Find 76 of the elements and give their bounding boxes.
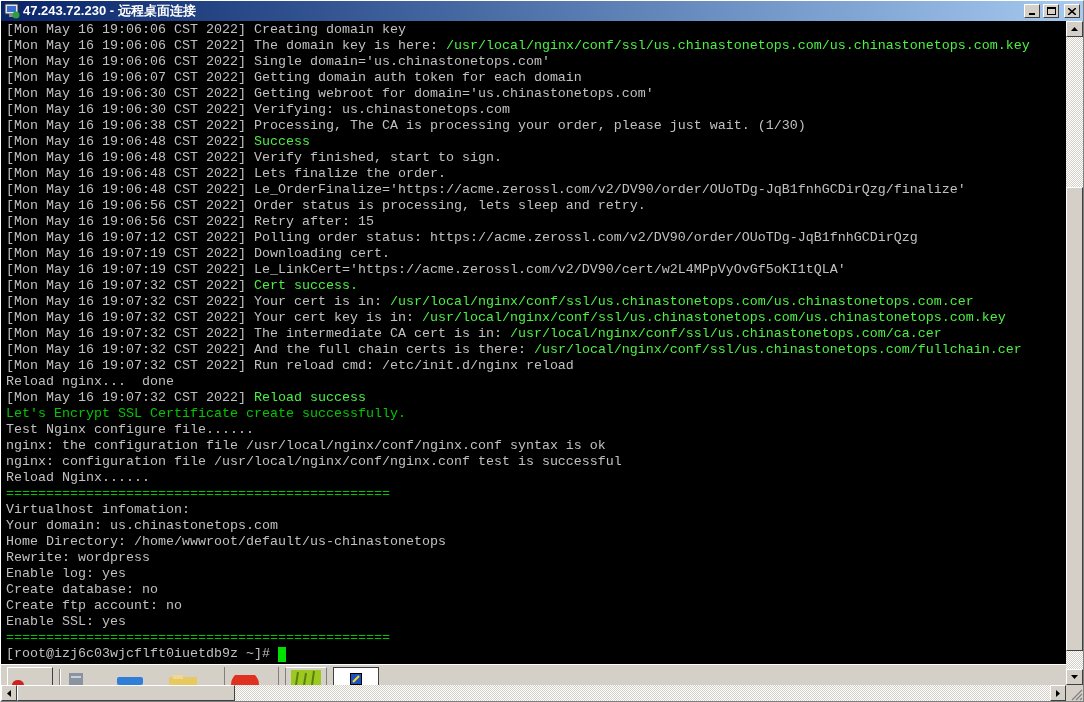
shell-prompt: [root@izj6c03wjcflft0iuetdb9z ~]# [6, 646, 270, 662]
terminal-line: ================================================ [6, 630, 390, 646]
terminal-line: Let's Encrypt SSL Certificate create successfully. [6, 406, 406, 422]
terminal-line: Test Nginx configure file...... [6, 422, 254, 438]
terminal-line: [Mon May 16 19:07:19 CST 2022] Downloading cert. [6, 246, 390, 262]
terminal-line: [Mon May 16 19:06:06 CST 2022] Single domain='us.chinastonetops.com' [6, 54, 550, 70]
terminal-line: [Mon May 16 19:06:56 CST 2022] Retry after: 15 [6, 214, 374, 230]
terminal-line: Virtualhost infomation: [6, 502, 190, 518]
terminal-line: [Mon May 16 19:06:07 CST 2022] Getting domain auth token for each domain [6, 70, 582, 86]
terminal-line: [Mon May 16 19:06:06 CST 2022] The domain key is here: [6, 38, 438, 54]
minimize-icon [1029, 13, 1035, 15]
terminal-line: [Mon May 16 19:06:06 CST 2022] Creating domain key [6, 22, 406, 38]
terminal-line: Reload success [253, 390, 366, 406]
terminal-line: [Mon May 16 19:07:32 CST 2022] And the full chain certs is there: [6, 342, 526, 358]
terminal-line: /usr/local/nginx/conf/ssl/us.chinastonetops.com/fullchain.cer [533, 342, 1022, 358]
terminal-line: Cert success. [253, 278, 358, 294]
scroll-thumb[interactable] [1066, 187, 1083, 651]
terminal-line: [Mon May 16 19:07:32 CST 2022] [6, 390, 246, 406]
scroll-right-button[interactable] [1050, 685, 1066, 701]
right-arrow-icon [1056, 689, 1060, 697]
grip-icon [1071, 689, 1083, 701]
browser-icon[interactable] [231, 675, 259, 685]
close-button[interactable] [1064, 4, 1080, 18]
terminal-line: nginx: configuration file /usr/local/nginx/conf/nginx.conf test is successful [6, 454, 622, 470]
terminal-line: [Mon May 16 19:06:48 CST 2022] Lets finalize the order. [6, 166, 446, 182]
horizontal-scrollbar[interactable] [1, 685, 1083, 701]
terminal-line: [Mon May 16 19:06:48 CST 2022] Verify finished, start to sign. [6, 150, 502, 166]
down-arrow-icon [1071, 675, 1078, 679]
taskbar-button[interactable] [333, 667, 379, 685]
terminal-line: [Mon May 16 19:07:19 CST 2022] Le_LinkCert='https://acme.zerossl.com/v2/DV90/cert/w2L4MPpVyOvGf5oKI1tQLA' [6, 262, 846, 278]
minimize-button[interactable] [1024, 4, 1040, 18]
scroll-down-button[interactable] [1066, 669, 1083, 685]
terminal-line: [Mon May 16 19:06:30 CST 2022] Verifying: us.chinastonetops.com [6, 102, 510, 118]
monitor-icon [4, 3, 20, 19]
start-button[interactable] [7, 667, 53, 685]
terminal-line: [Mon May 16 19:06:56 CST 2022] Order status is processing, lets sleep and retry. [6, 198, 646, 214]
maximize-button[interactable] [1043, 4, 1059, 18]
terminal-line: Enable log: yes [6, 566, 126, 582]
terminal-line: Home Directory: /home/wwwroot/default/us-chinastonetops [6, 534, 446, 550]
terminal-line: [Mon May 16 19:06:48 CST 2022] [6, 134, 246, 150]
terminal-line: Enable SSL: yes [6, 614, 126, 630]
terminal-line: Rewrite: wordpress [6, 550, 150, 566]
window-title: 47.243.72.230 - 远程桌面连接 [23, 2, 196, 21]
terminal-line: /usr/local/nginx/conf/ssl/us.chinastonetops.com/us.chinastonetops.com.cer [389, 294, 974, 310]
maximize-icon [1046, 7, 1056, 15]
terminal-line: ================================================ [6, 486, 390, 502]
terminal-line: /usr/local/nginx/conf/ssl/us.chinastonetops.com/ca.cer [509, 326, 942, 342]
close-icon [1068, 7, 1076, 15]
terminal-line: Your domain: us.chinastonetops.com [6, 518, 278, 534]
left-arrow-icon [7, 689, 11, 697]
terminal-line: [Mon May 16 19:07:32 CST 2022] Your cert key is in: [6, 310, 414, 326]
terminal-line: [Mon May 16 19:07:32 CST 2022] Run reload cmd: /etc/init.d/nginx reload [6, 358, 574, 374]
scroll-left-button[interactable] [1, 685, 17, 701]
terminal-line: Reload Nginx...... [6, 470, 150, 486]
terminal-line: Success [253, 134, 310, 150]
terminal-line: [Mon May 16 19:07:12 CST 2022] Polling order status: https://acme.zerossl.com/v2/DV90/order/OUoTDg-JqB1fnhGCDirQzg [6, 230, 918, 246]
terminal-line: [Mon May 16 19:06:30 CST 2022] Getting webroot for domain='us.chinastonetops.com' [6, 86, 654, 102]
terminal-line: Reload nginx... done [6, 374, 174, 390]
terminal-line: [Mon May 16 19:06:48 CST 2022] Le_OrderFinalize='https://acme.zerossl.com/v2/DV90/order/OUoTDg-JqB1fnhGCDirQzg/finalize' [6, 182, 966, 198]
terminal-line: /usr/local/nginx/conf/ssl/us.chinastonetops.com/us.chinastonetops.com.key [445, 38, 1030, 54]
grass-icon [291, 670, 321, 685]
resize-grip[interactable] [1066, 685, 1083, 701]
up-arrow-icon [1071, 27, 1078, 31]
terminal-line: [Mon May 16 19:06:38 CST 2022] Processing, The CA is processing your order, please just wait. (1/30) [6, 118, 806, 134]
vertical-scrollbar[interactable] [1066, 21, 1083, 685]
scroll-up-button[interactable] [1066, 21, 1083, 37]
terminal-line: [Mon May 16 19:07:32 CST 2022] The intermediate CA cert is in: [6, 326, 502, 342]
app-icon [12, 679, 24, 685]
terminal-line: [Mon May 16 19:07:32 CST 2022] [6, 278, 246, 294]
terminal-line: nginx: the configuration file /usr/local/nginx/conf/nginx.conf syntax is ok [6, 438, 606, 454]
scroll-thumb[interactable] [17, 685, 235, 701]
terminal-line: Create database: no [6, 582, 158, 598]
window-icon [350, 673, 362, 685]
terminal-line: Create ftp account: no [6, 598, 182, 614]
terminal-line: [Mon May 16 19:07:32 CST 2022] Your cert is in: [6, 294, 382, 310]
terminal-line: /usr/local/nginx/conf/ssl/us.chinastonetops.com/us.chinastonetops.com.key [421, 310, 1006, 326]
